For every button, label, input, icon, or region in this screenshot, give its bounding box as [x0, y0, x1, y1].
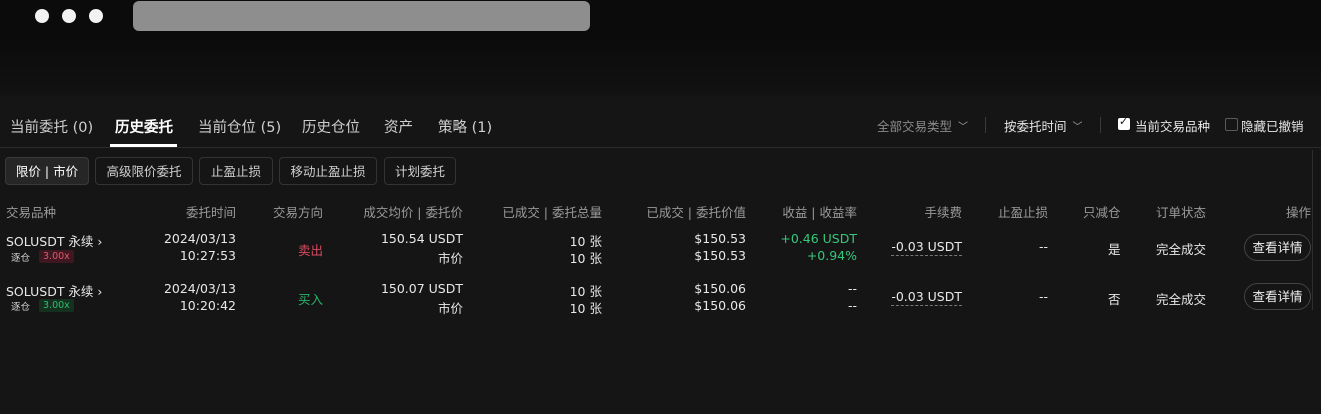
tp-sl-value: --: [1038, 239, 1048, 254]
chevron-right-icon: ›: [97, 284, 103, 299]
order-date: 2024/03/13: [163, 281, 236, 296]
hide-cancelled-checkbox[interactable]: [1225, 118, 1238, 131]
chevron-right-icon: ›: [97, 234, 103, 249]
trade-type-dropdown[interactable]: 全部交易类型 ﹀: [877, 116, 968, 135]
panel-right-border: [1312, 150, 1313, 310]
order-time: 10:20:42: [179, 298, 236, 313]
tab-current-orders[interactable]: 当前委托 (0): [10, 116, 93, 137]
tabs-divider: [0, 147, 1321, 148]
fee-value[interactable]: -0.03 USDT: [891, 239, 962, 256]
current-symbol-label[interactable]: 当前交易品种: [1135, 116, 1210, 135]
pnl-value: --: [847, 281, 857, 296]
total-value: $150.53: [694, 248, 746, 263]
tab-order-history[interactable]: 历史委托: [115, 116, 173, 137]
window-close-dot[interactable]: [35, 9, 49, 23]
subtab-advanced-limit[interactable]: 高级限价委托: [95, 157, 193, 185]
subtab-trailing-tp-sl[interactable]: 移动止盈止损: [279, 157, 377, 185]
avg-price: 150.54 USDT: [380, 231, 463, 246]
pnl-rate: --: [847, 298, 857, 313]
order-side: 卖出: [298, 243, 324, 258]
address-bar[interactable]: [133, 1, 590, 31]
total-value: $150.06: [694, 298, 746, 313]
view-details-button[interactable]: 查看详情: [1244, 283, 1311, 310]
symbol-name: SOLUSDT 永续: [6, 234, 94, 249]
margin-mode-tag: 逐仓: [11, 253, 31, 264]
filled-value: $150.53: [694, 231, 746, 246]
order-status: 完全成交: [1156, 242, 1207, 257]
tab-strategies[interactable]: 策略 (1): [438, 116, 492, 137]
header-status: 订单状态: [1156, 205, 1207, 220]
reduce-only-value: 否: [1108, 292, 1121, 307]
order-status: 完全成交: [1156, 292, 1207, 307]
symbol-name: SOLUSDT 永续: [6, 284, 94, 299]
leverage-badge: 3.00x: [39, 250, 74, 263]
header-tp-sl: 止盈止损: [997, 205, 1048, 220]
window-maximize-dot[interactable]: [89, 9, 103, 23]
sort-by-dropdown[interactable]: 按委托时间 ﹀: [1004, 116, 1083, 135]
subtab-limit-market[interactable]: 限价 | 市价: [5, 157, 89, 185]
fee-value[interactable]: -0.03 USDT: [891, 289, 962, 306]
margin-mode-tag: 逐仓: [11, 302, 31, 313]
header-avg-order-price: 成交均价 | 委托价: [363, 205, 463, 220]
current-symbol-checkbox[interactable]: [1118, 115, 1130, 130]
sort-by-label: 按委托时间: [1004, 119, 1067, 134]
header-filled-total-value: 已成交 | 委托价值: [646, 205, 746, 220]
filter-divider: [985, 117, 986, 133]
tab-assets[interactable]: 资产: [384, 116, 413, 137]
order-price: 市价: [437, 301, 463, 316]
order-date: 2024/03/13: [163, 231, 236, 246]
order-price: 市价: [437, 251, 463, 266]
leverage-badge: 3.00x: [39, 299, 74, 312]
order-time: 10:27:53: [179, 248, 236, 263]
subtab-tp-sl[interactable]: 止盈止损: [199, 157, 273, 185]
tab-position-history[interactable]: 历史仓位: [302, 116, 360, 137]
pnl-rate: +0.94%: [806, 248, 857, 263]
symbol-link[interactable]: SOLUSDT 永续 ›: [6, 281, 102, 300]
header-pnl: 收益 | 收益率: [782, 205, 857, 220]
total-qty: 10 张: [569, 301, 602, 316]
tp-sl-value: --: [1038, 289, 1048, 304]
header-filled-total-qty: 已成交 | 委托总量: [502, 205, 602, 220]
tab-current-positions[interactable]: 当前仓位 (5): [198, 116, 281, 137]
view-details-button[interactable]: 查看详情: [1244, 234, 1311, 261]
order-side: 买入: [298, 292, 324, 307]
header-fee: 手续费: [924, 205, 962, 220]
filled-value: $150.06: [694, 281, 746, 296]
chevron-down-icon: ﹀: [958, 122, 969, 133]
pnl-value: +0.46 USDT: [780, 231, 857, 246]
window-minimize-dot[interactable]: [62, 9, 76, 23]
subtab-trigger-order[interactable]: 计划委托: [384, 157, 456, 185]
header-action: 操作: [1285, 205, 1311, 220]
browser-top-bar: [0, 0, 1321, 96]
reduce-only-value: 是: [1108, 242, 1121, 257]
filter-divider: [1100, 117, 1101, 133]
header-side: 交易方向: [273, 205, 324, 220]
header-reduce-only: 只减仓: [1083, 205, 1121, 220]
chevron-down-icon: ﹀: [1072, 122, 1083, 133]
avg-price: 150.07 USDT: [380, 281, 463, 296]
header-order-time: 委托时间: [185, 205, 236, 220]
total-qty: 10 张: [569, 251, 602, 266]
trade-type-label: 全部交易类型: [877, 119, 953, 134]
hide-cancelled-label[interactable]: 隐藏已撤销: [1241, 116, 1304, 135]
header-symbol: 交易品种: [6, 205, 57, 220]
symbol-link[interactable]: SOLUSDT 永续 ›: [6, 231, 102, 250]
